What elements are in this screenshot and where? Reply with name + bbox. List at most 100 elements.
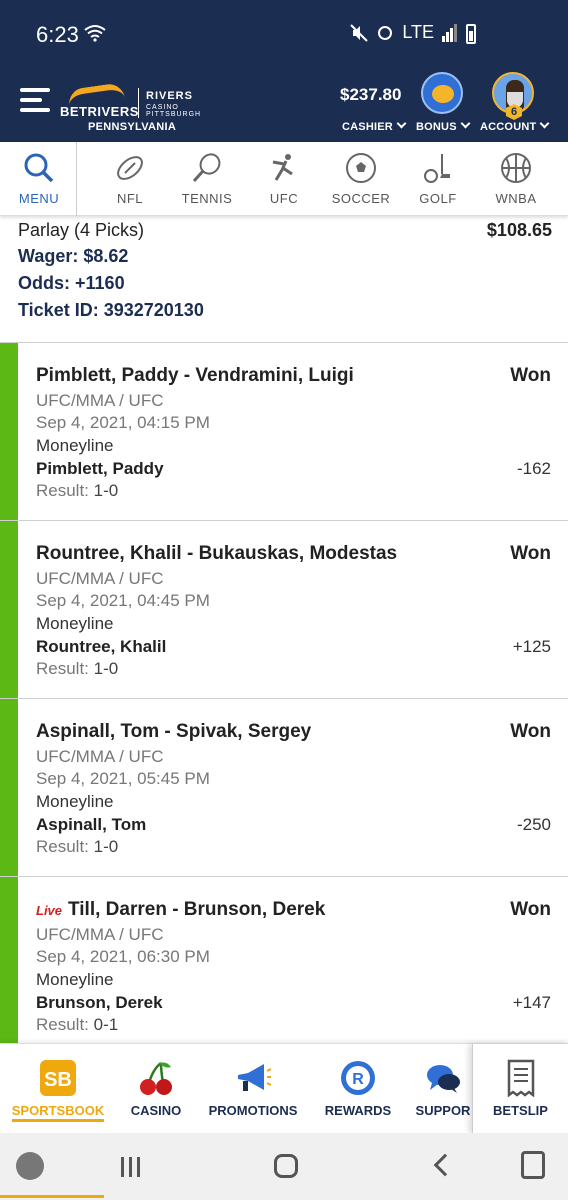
list-item[interactable]: Pimblett, Paddy - Vendramini, Luigi Won …: [0, 342, 568, 520]
nav-wnba[interactable]: WNBA: [477, 142, 555, 216]
sportsbook-icon: SB: [40, 1060, 76, 1096]
event-datetime: Sep 4, 2021, 04:15 PM: [36, 413, 210, 432]
chevron-down-icon: [539, 118, 550, 129]
game-launcher-icon[interactable]: [16, 1152, 44, 1180]
bet-payout: $108.65: [486, 220, 552, 240]
result: Result: 1-0: [36, 659, 119, 678]
cashier-dropdown[interactable]: CASHIER: [342, 118, 407, 133]
league: UFC/MMA / UFC: [36, 747, 164, 766]
screenshot-icon[interactable]: [521, 1151, 545, 1179]
pick: Rountree, Khalil: [36, 637, 167, 656]
won-indicator: [0, 343, 18, 520]
leg-status: Won: [510, 365, 551, 386]
pick-odds: -162: [516, 459, 551, 478]
wager-row: Wager: $8.62: [18, 246, 129, 266]
brand-logo[interactable]: BETRIVERS RIVERS CASINO PITTSBURGH: [60, 82, 200, 122]
nav-ufc[interactable]: UFC: [245, 142, 323, 216]
league: UFC/MMA / UFC: [36, 391, 164, 410]
sport-nav: MENU NFL TENNIS UFC SOCCER GOLF WNBA: [0, 142, 568, 216]
result: Result: 1-0: [36, 837, 119, 856]
tab-betslip[interactable]: BETSLIP: [472, 1044, 568, 1134]
rewards-icon: R: [341, 1061, 375, 1095]
tab-rewards[interactable]: R REWARDS: [316, 1044, 400, 1134]
league: UFC/MMA / UFC: [36, 925, 164, 944]
market: Moneyline: [36, 614, 114, 633]
leg-status: Won: [510, 899, 551, 920]
event-datetime: Sep 4, 2021, 04:45 PM: [36, 591, 210, 610]
wifi-icon: [84, 25, 106, 42]
active-tab-indicator: [12, 1119, 104, 1122]
mute-icon: [350, 23, 369, 42]
cherries-icon: [140, 1062, 172, 1095]
app-header: BETRIVERS RIVERS CASINO PITTSBURGH PENNS…: [0, 70, 568, 142]
sync-icon: [378, 25, 393, 40]
account-balance[interactable]: $237.80: [340, 85, 401, 105]
list-item[interactable]: Aspinall, Tom - Spivak, Sergey Won UFC/M…: [0, 698, 568, 876]
live-badge: Live: [36, 903, 63, 918]
tab-promotions[interactable]: PROMOTIONS: [196, 1044, 310, 1134]
league: UFC/MMA / UFC: [36, 569, 164, 588]
active-app-indicator: [0, 1195, 104, 1198]
football-icon: [117, 156, 143, 180]
pick: Aspinall, Tom: [36, 815, 147, 834]
ticket-row: Ticket ID: 3932720130: [18, 300, 204, 320]
tab-support[interactable]: SUPPOR: [412, 1044, 474, 1134]
tab-casino[interactable]: CASINO: [116, 1044, 196, 1134]
recent-apps-button[interactable]: [115, 1153, 145, 1183]
pick-odds: +125: [512, 637, 551, 656]
nav-tennis[interactable]: TENNIS: [168, 142, 246, 216]
bottom-tab-bar: SB SPORTSBOOK CASINO PROMOTIONS R REWARD…: [0, 1043, 568, 1134]
leg-status: Won: [510, 543, 551, 564]
pick-odds: -250: [516, 815, 551, 834]
event-datetime: Sep 4, 2021, 06:30 PM: [36, 947, 210, 966]
status-icons: LTE: [350, 22, 458, 43]
tab-sportsbook[interactable]: SB SPORTSBOOK: [0, 1044, 116, 1134]
bonus-dropdown[interactable]: BONUS: [416, 118, 471, 133]
back-button[interactable]: [433, 1153, 457, 1177]
signal-icon: [442, 23, 457, 42]
leg-status: Won: [510, 721, 551, 742]
nav-divider: [76, 142, 77, 216]
won-indicator: [0, 699, 18, 876]
result: Result: 1-0: [36, 481, 119, 500]
event-name: Live Till, Darren - Brunson, Derek: [36, 899, 326, 920]
event-name: Rountree, Khalil - Bukauskas, Modestas: [36, 543, 398, 564]
home-button[interactable]: [274, 1154, 298, 1178]
status-time: 6:23: [36, 22, 79, 47]
chat-icon: [427, 1065, 460, 1093]
market: Moneyline: [36, 792, 114, 811]
won-indicator: [0, 521, 18, 698]
market: Moneyline: [36, 436, 114, 455]
chevron-down-icon: [396, 118, 407, 129]
event-name: Aspinall, Tom - Spivak, Sergey: [36, 721, 312, 742]
state-label: PENNSYLVANIA: [88, 121, 177, 133]
nav-nfl[interactable]: NFL: [91, 142, 169, 216]
pick: Brunson, Derek: [36, 993, 163, 1012]
account-dropdown[interactable]: ACCOUNT: [480, 118, 550, 133]
battery-icon: [466, 24, 476, 44]
tennis-icon: [192, 153, 221, 183]
event-name: Pimblett, Paddy - Vendramini, Luigi: [36, 365, 354, 386]
network-type: LTE: [402, 22, 434, 42]
pick-odds: +147: [512, 993, 551, 1012]
svg-text:R: R: [352, 1071, 364, 1088]
chevron-down-icon: [460, 118, 471, 129]
nav-soccer[interactable]: SOCCER: [322, 142, 400, 216]
nav-menu[interactable]: MENU: [0, 142, 78, 216]
status-bar: 6:23 LTE: [0, 0, 568, 70]
svg-text:SB: SB: [44, 1069, 72, 1091]
ufc-icon: [272, 154, 293, 181]
golf-icon: [424, 154, 450, 183]
pick: Pimblett, Paddy: [36, 459, 164, 478]
megaphone-icon: [238, 1064, 272, 1091]
bet-title: Parlay (4 Picks): [18, 220, 145, 240]
basketball-icon: [501, 153, 531, 183]
result: Result: 0-1: [36, 1015, 119, 1034]
betslip-icon: [507, 1059, 534, 1097]
piggy-bank-icon[interactable]: [421, 72, 463, 114]
hamburger-menu-icon[interactable]: [20, 88, 50, 116]
list-item[interactable]: Rountree, Khalil - Bukauskas, Modestas W…: [0, 520, 568, 698]
list-item[interactable]: Live Till, Darren - Brunson, Derek Won UF…: [0, 876, 568, 1054]
market: Moneyline: [36, 970, 114, 989]
nav-golf[interactable]: GOLF: [399, 142, 477, 216]
